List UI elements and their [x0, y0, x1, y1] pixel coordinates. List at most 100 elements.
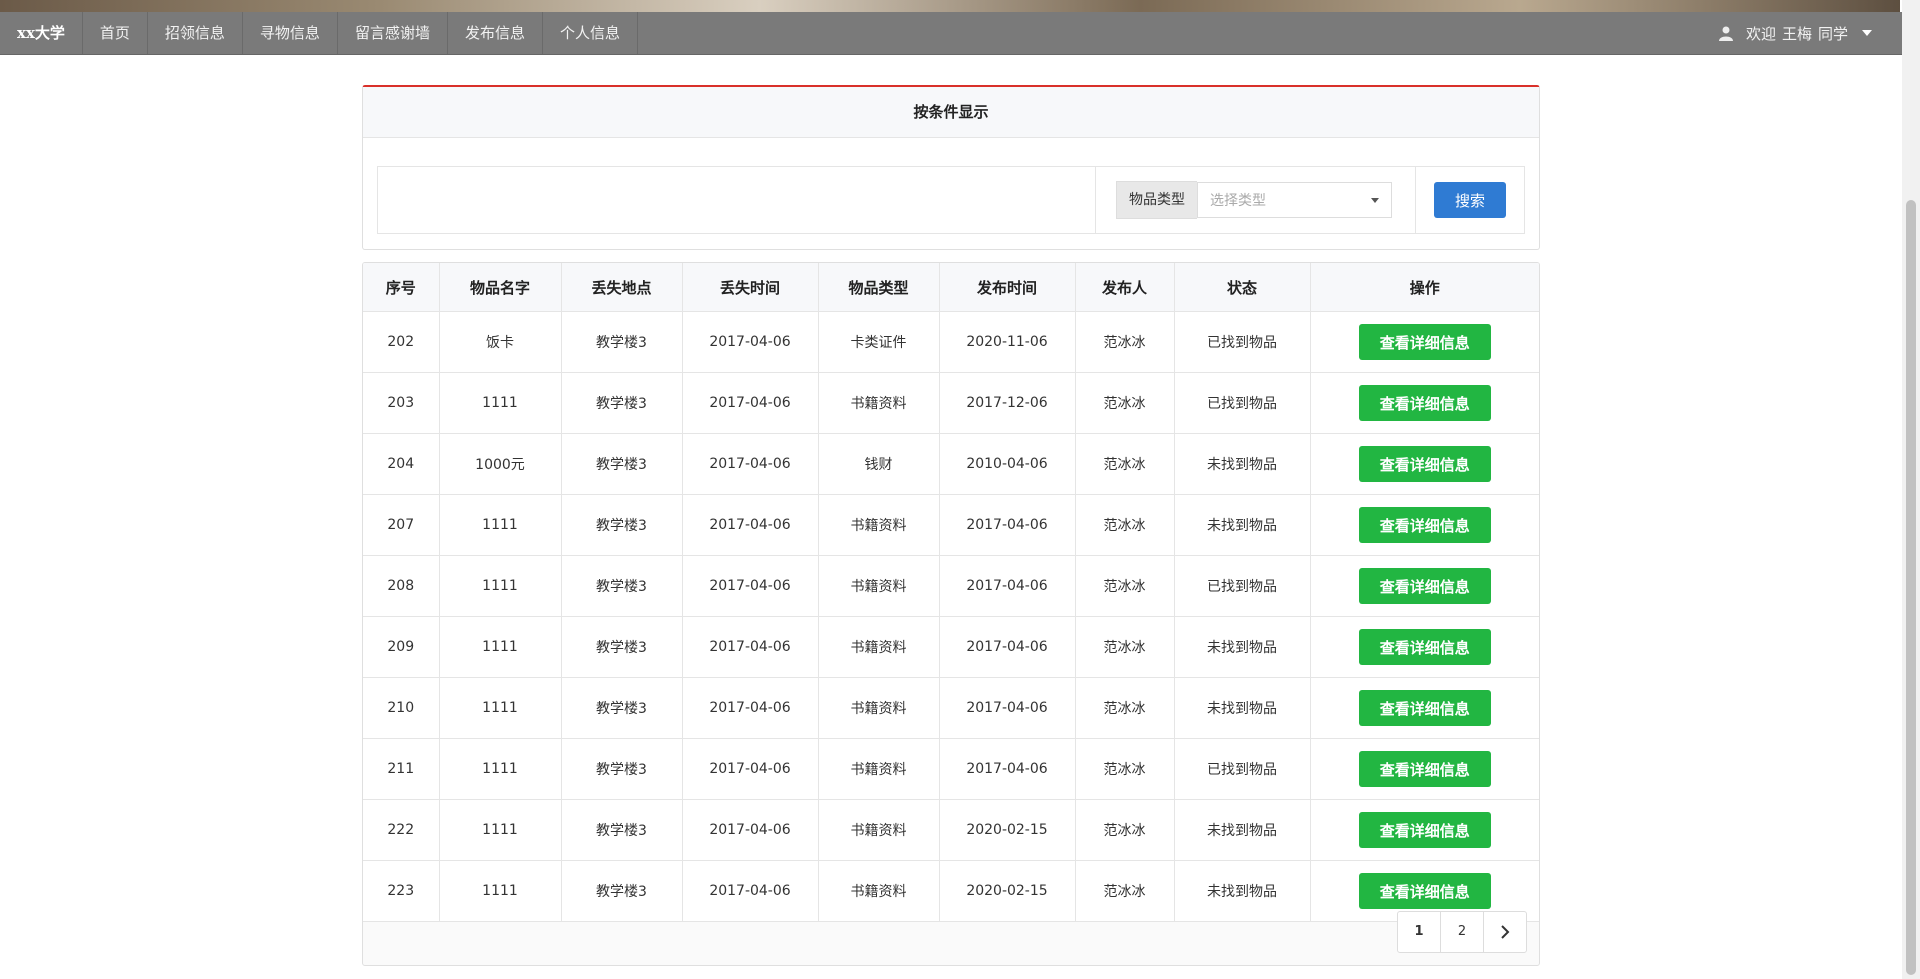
column-header: 丢失地点	[561, 263, 683, 312]
table-cell: 钱财	[818, 433, 940, 495]
table-cell: 2017-04-06	[682, 433, 819, 495]
table-cell: 已找到物品	[1174, 311, 1311, 373]
table-cell: 范冰冰	[1075, 799, 1175, 861]
view-details-button[interactable]: 查看详细信息	[1358, 324, 1491, 360]
table-cell: 范冰冰	[1075, 616, 1175, 678]
table-cell: 2017-12-06	[939, 372, 1076, 434]
page-1-button[interactable]: 1	[1398, 912, 1441, 952]
column-header: 物品类型	[818, 263, 940, 312]
table-cell: 2017-04-06	[682, 311, 819, 373]
header-banner-image	[0, 0, 1900, 12]
caret-down-icon	[1371, 198, 1379, 203]
table-cell: 2010-04-06	[939, 433, 1076, 495]
table-cell: 未找到物品	[1174, 616, 1311, 678]
table-cell: 2020-02-15	[939, 799, 1076, 861]
view-details-button[interactable]: 查看详细信息	[1358, 507, 1491, 543]
column-header: 状态	[1174, 263, 1311, 312]
table-cell: 未找到物品	[1174, 494, 1311, 556]
table-cell: 范冰冰	[1075, 738, 1175, 800]
results-table: 序号 物品名字 丢失地点 丢失时间 物品类型 发布时间 发布人 状态 操作 20…	[363, 263, 1539, 922]
welcome-text: 欢迎	[1745, 24, 1776, 43]
table-cell-action: 查看详细信息	[1310, 799, 1539, 861]
column-header: 序号	[363, 263, 440, 312]
table-row: 204 1000元 教学楼3 2017-04-06 钱财 2010-04-06 范冰冰 未找到…	[363, 433, 1539, 495]
column-header: 操作	[1310, 263, 1539, 312]
results-panel: 序号 物品名字 丢失地点 丢失时间 物品类型 发布时间 发布人 状态 操作 20…	[362, 262, 1540, 966]
table-cell: 1111	[439, 860, 562, 922]
next-page-button[interactable]	[1484, 912, 1526, 952]
user-icon	[1718, 26, 1733, 41]
column-header: 物品名字	[439, 263, 562, 312]
table-cell-action: 查看详细信息	[1310, 616, 1539, 678]
table-cell: 范冰冰	[1075, 860, 1175, 922]
table-cell: 2017-04-06	[682, 555, 819, 617]
table-row: 202 饭卡 教学楼3 2017-04-06 卡类证件 2020-11-06 范冰冰 已找到物…	[363, 311, 1539, 373]
table-cell: 教学楼3	[561, 677, 683, 739]
search-blank-area	[378, 167, 1096, 233]
table-cell: 1111	[439, 494, 562, 556]
user-menu[interactable]: 欢迎 王梅 同学	[1718, 23, 1902, 44]
table-cell: 书籍资料	[818, 860, 940, 922]
table-cell: 2017-04-06	[682, 860, 819, 922]
table-cell: 2017-04-06	[939, 738, 1076, 800]
chevron-right-icon	[1501, 924, 1510, 939]
table-cell: 2017-04-06	[939, 494, 1076, 556]
table-cell: 饭卡	[439, 311, 562, 373]
user-role: 同学	[1817, 24, 1848, 43]
table-cell: 204	[363, 433, 440, 495]
table-cell: 范冰冰	[1075, 311, 1175, 373]
brand-logo[interactable]: xx大学	[0, 12, 83, 54]
view-details-button[interactable]: 查看详细信息	[1358, 629, 1491, 665]
nav-item-publish[interactable]: 发布信息	[448, 12, 543, 54]
table-cell: 2017-04-06	[682, 738, 819, 800]
page-2-button[interactable]: 2	[1441, 912, 1484, 952]
table-cell: 教学楼3	[561, 494, 683, 556]
table-cell: 208	[363, 555, 440, 617]
table-cell: 203	[363, 372, 440, 434]
nav-item-lost-items[interactable]: 寻物信息	[243, 12, 338, 54]
search-panel: 按条件显示 物品类型 选择类型 搜索	[362, 85, 1540, 250]
table-cell: 未找到物品	[1174, 799, 1311, 861]
table-cell: 2017-04-06	[939, 677, 1076, 739]
table-cell: 2020-11-06	[939, 311, 1076, 373]
view-details-button[interactable]: 查看详细信息	[1358, 446, 1491, 482]
table-cell: 卡类证件	[818, 311, 940, 373]
table-cell: 210	[363, 677, 440, 739]
nav-item-profile[interactable]: 个人信息	[543, 12, 638, 54]
view-details-button[interactable]: 查看详细信息	[1358, 751, 1491, 787]
view-details-button[interactable]: 查看详细信息	[1358, 812, 1491, 848]
table-cell: 2017-04-06	[682, 372, 819, 434]
table-cell: 教学楼3	[561, 372, 683, 434]
scrollbar-thumb[interactable]	[1906, 200, 1916, 975]
nav-item-home[interactable]: 首页	[83, 12, 148, 54]
table-cell-action: 查看详细信息	[1310, 372, 1539, 434]
nav-item-thanks-wall[interactable]: 留言感谢墙	[338, 12, 448, 54]
table-cell: 202	[363, 311, 440, 373]
view-details-button[interactable]: 查看详细信息	[1358, 873, 1491, 909]
view-details-button[interactable]: 查看详细信息	[1358, 385, 1491, 421]
table-cell: 书籍资料	[818, 555, 940, 617]
item-type-select[interactable]: 选择类型	[1197, 182, 1392, 218]
search-button[interactable]: 搜索	[1434, 182, 1506, 218]
pagination: 1 2	[1397, 911, 1527, 953]
table-cell: 教学楼3	[561, 433, 683, 495]
table-cell: 书籍资料	[818, 677, 940, 739]
column-header: 发布人	[1075, 263, 1175, 312]
table-cell: 1111	[439, 372, 562, 434]
table-cell: 已找到物品	[1174, 372, 1311, 434]
table-cell: 范冰冰	[1075, 494, 1175, 556]
table-cell: 教学楼3	[561, 860, 683, 922]
table-cell-action: 查看详细信息	[1310, 677, 1539, 739]
vertical-scrollbar[interactable]	[1902, 0, 1920, 979]
table-row: 210 1111 教学楼3 2017-04-06 书籍资料 2017-04-06 范冰冰 未找…	[363, 677, 1539, 739]
view-details-button[interactable]: 查看详细信息	[1358, 568, 1491, 604]
table-cell: 2017-04-06	[682, 616, 819, 678]
table-cell: 范冰冰	[1075, 677, 1175, 739]
nav-item-found-items[interactable]: 招领信息	[148, 12, 243, 54]
table-cell: 未找到物品	[1174, 860, 1311, 922]
table-cell: 2017-04-06	[682, 494, 819, 556]
table-cell: 教学楼3	[561, 555, 683, 617]
table-cell-action: 查看详细信息	[1310, 311, 1539, 373]
view-details-button[interactable]: 查看详细信息	[1358, 690, 1491, 726]
table-cell: 1111	[439, 738, 562, 800]
